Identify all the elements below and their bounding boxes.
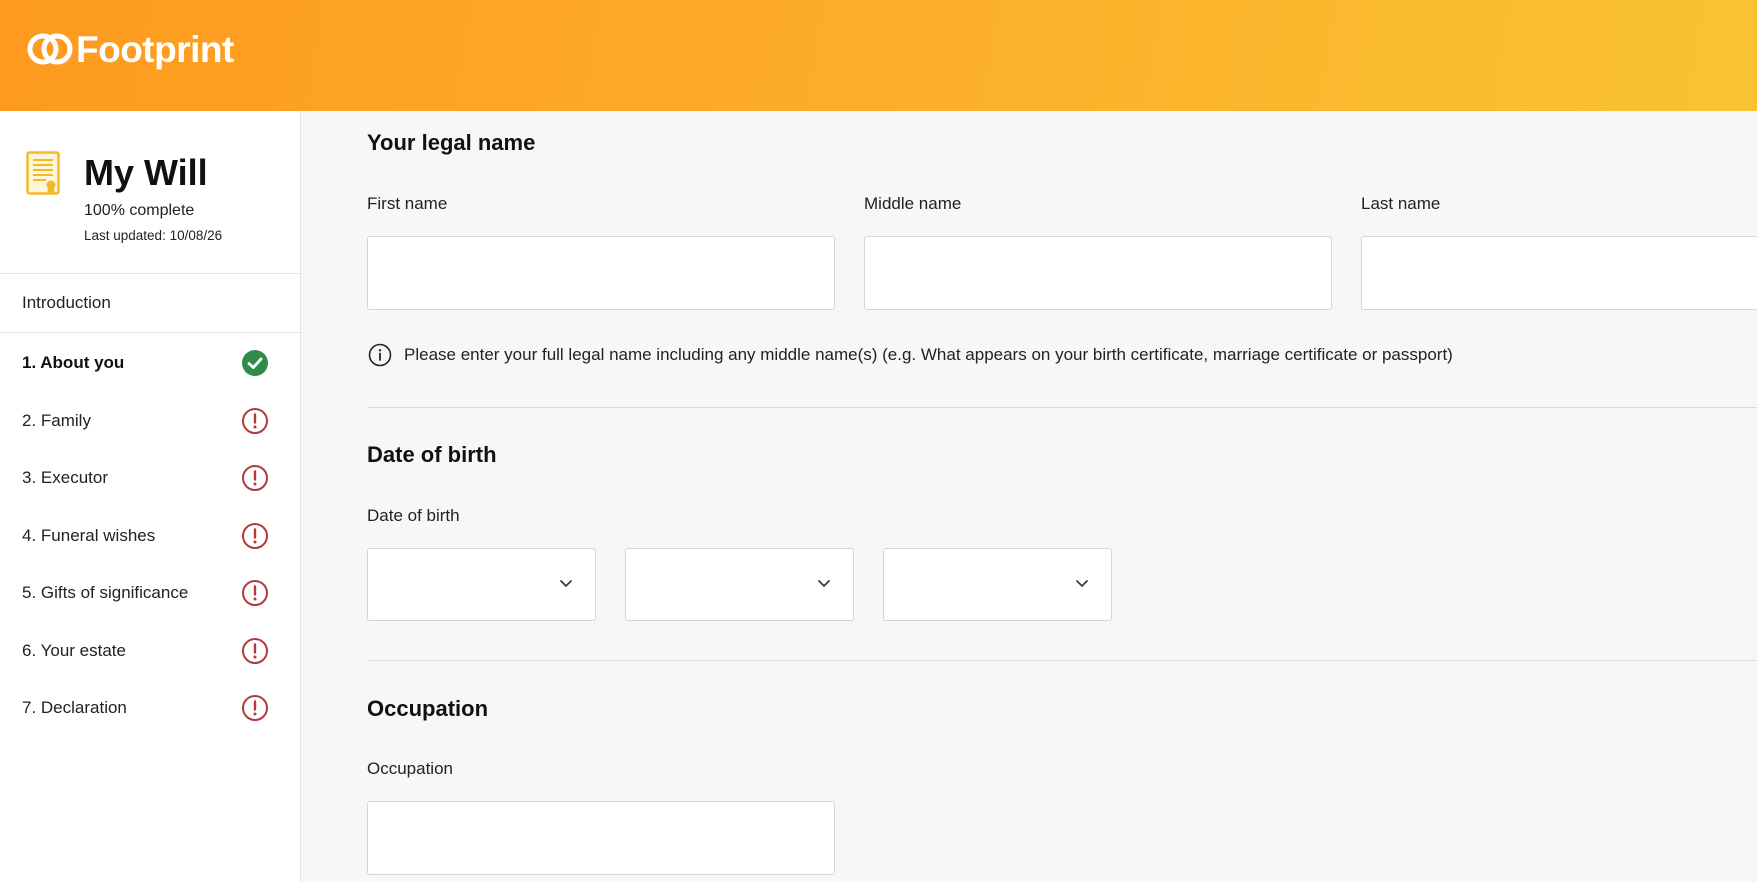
alert-circle-icon: [242, 465, 268, 491]
middle-name-input[interactable]: [864, 236, 1332, 310]
will-document-icon: [26, 151, 60, 195]
footprint-logo-icon: [27, 33, 73, 65]
sidebar-item-gifts-of-significance[interactable]: 5. Gifts of significance: [0, 563, 300, 621]
sidebar-item-label: 3. Executor: [22, 468, 108, 487]
alert-circle-icon: [242, 580, 268, 606]
dob-heading: Date of birth: [367, 442, 497, 467]
sidebar-item-label: 6. Your estate: [22, 640, 126, 660]
main-form: Your legal name First name Middle name L…: [301, 111, 1757, 882]
sidebar-item-introduction[interactable]: Introduction: [0, 274, 300, 333]
info-icon: [368, 343, 392, 367]
sidebar-item-your-estate[interactable]: 6. Your estate: [0, 621, 300, 679]
middle-name-label: Middle name: [864, 194, 962, 213]
chevron-down-icon: [817, 579, 831, 588]
sidebar-item-declaration[interactable]: 7. Declaration: [0, 678, 300, 736]
app-header: Footprint: [0, 0, 1757, 111]
will-progress: 100% complete: [84, 202, 195, 219]
footprint-logo[interactable]: Footprint: [26, 26, 234, 72]
dob-month-select[interactable]: [625, 548, 854, 621]
sidebar-steps: 1. About you 2. Family 3. Executor 4. Fu…: [0, 333, 300, 736]
sidebar-item-label: 7. Declaration: [22, 698, 127, 717]
alert-circle-icon: [242, 637, 268, 664]
alert-circle-icon: [242, 407, 268, 434]
will-summary: My Will 100% complete Last updated: 10/0…: [0, 111, 300, 274]
alert-circle-icon: [242, 522, 268, 549]
brand-name: Footprint: [76, 28, 234, 70]
chevron-down-icon: [1075, 579, 1089, 588]
occupation-input[interactable]: [367, 801, 835, 875]
sidebar-item-label: 1. About you: [22, 353, 125, 372]
occupation-heading: Occupation: [367, 696, 489, 721]
sidebar-item-label: 5. Gifts of significance: [22, 583, 189, 602]
section-divider: [367, 660, 1757, 661]
last-name-label: Last name: [1361, 194, 1441, 213]
dob-day-select[interactable]: [367, 548, 596, 621]
first-name-input[interactable]: [367, 236, 835, 310]
sidebar-item-label: Introduction: [22, 293, 111, 312]
sidebar-item-family[interactable]: 2. Family: [0, 391, 300, 449]
legal-name-hint: Please enter your full legal name includ…: [368, 343, 1453, 367]
sidebar: My Will 100% complete Last updated: 10/0…: [0, 111, 301, 882]
sidebar-item-label: 2. Family: [22, 410, 91, 430]
dob-year-select[interactable]: [883, 548, 1112, 621]
dob-label: Date of birth: [367, 506, 460, 525]
check-circle-icon: [242, 350, 268, 376]
legal-name-heading: Your legal name: [367, 130, 536, 155]
first-name-label: First name: [367, 194, 448, 213]
will-last-updated: Last updated: 10/08/26: [84, 228, 223, 243]
sidebar-item-label: 4. Funeral wishes: [22, 525, 156, 545]
sidebar-item-funeral-wishes[interactable]: 4. Funeral wishes: [0, 506, 300, 564]
will-title: My Will: [84, 152, 208, 193]
sidebar-item-executor[interactable]: 3. Executor: [0, 448, 300, 506]
last-name-input[interactable]: [1361, 236, 1757, 310]
alert-circle-icon: [242, 695, 268, 721]
occupation-label: Occupation: [367, 759, 453, 778]
section-divider: [367, 407, 1757, 408]
legal-name-hint-text: Please enter your full legal name includ…: [404, 345, 1453, 364]
sidebar-item-about-you[interactable]: 1. About you: [0, 333, 300, 391]
chevron-down-icon: [559, 579, 573, 588]
